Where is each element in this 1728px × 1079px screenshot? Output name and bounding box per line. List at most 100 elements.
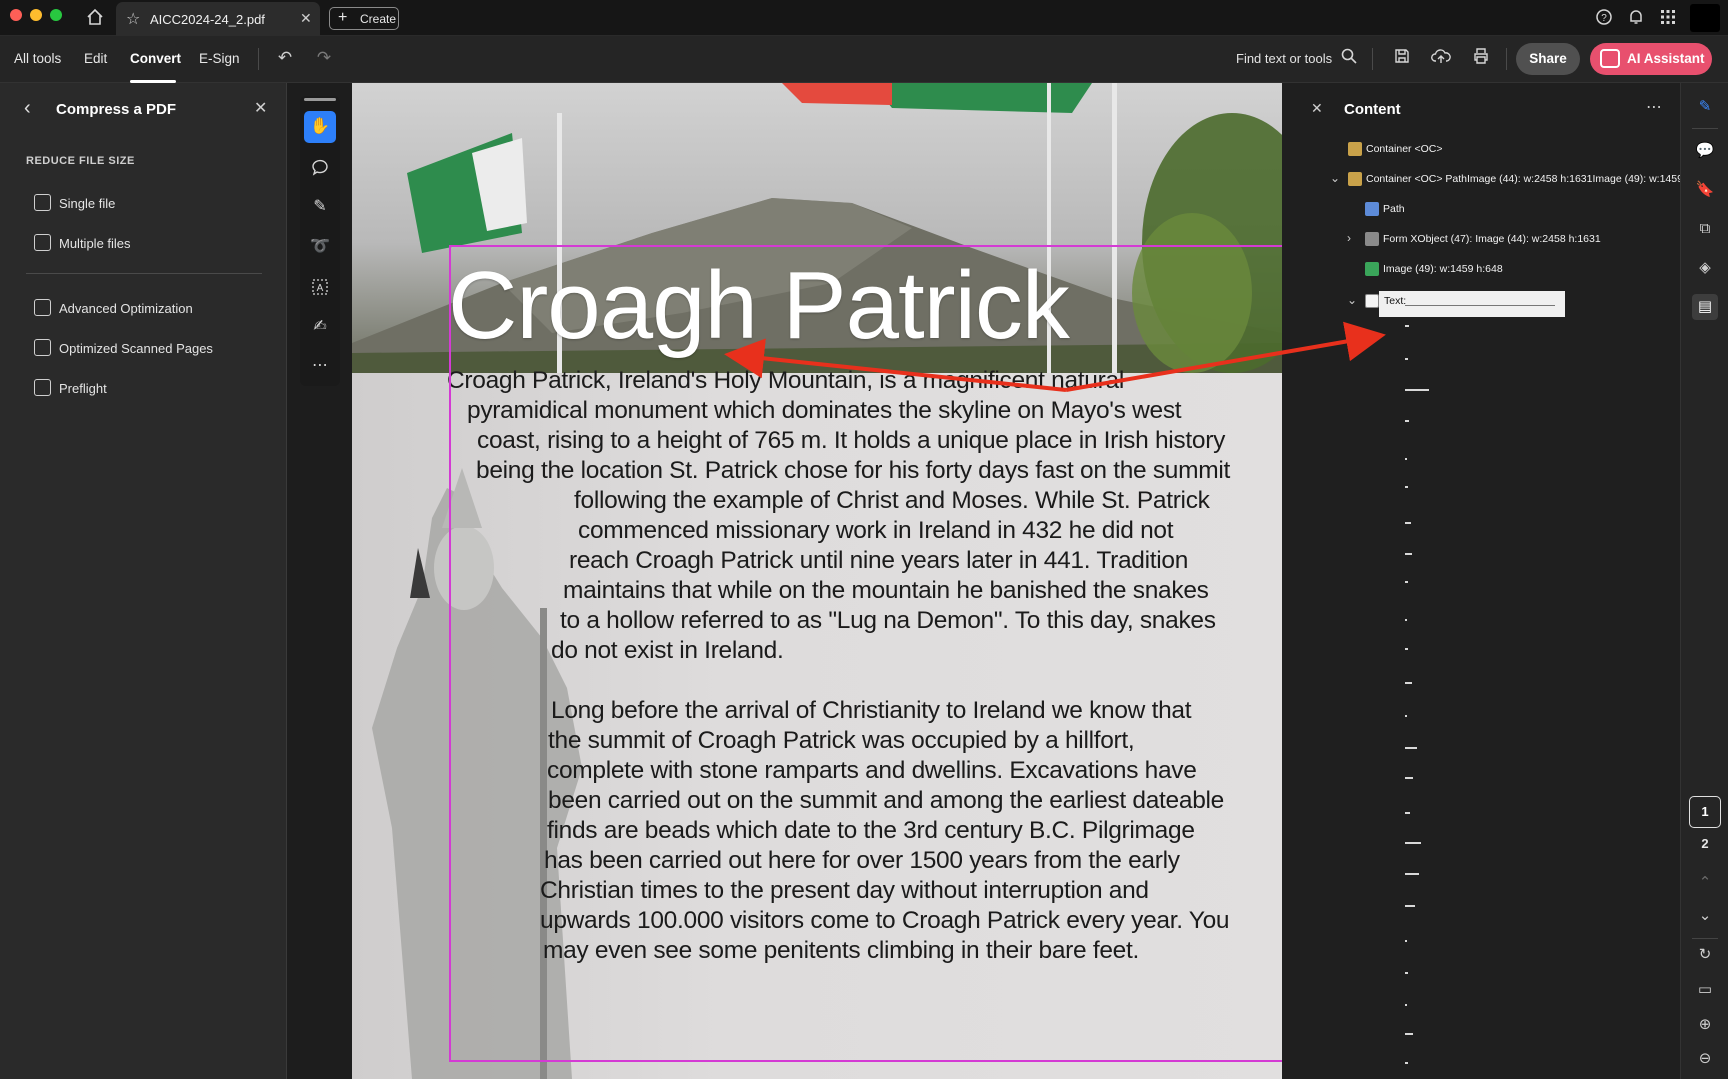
glyph-entry[interactable] (1405, 1004, 1407, 1006)
more-tools-icon[interactable]: ⋯ (304, 350, 336, 382)
glyph-entry[interactable] (1405, 486, 1408, 488)
zoom-out-icon[interactable]: ⊖ (1692, 1046, 1718, 1072)
glyph-entry[interactable] (1405, 1062, 1408, 1064)
option-label: Optimized Scanned Pages (59, 341, 213, 356)
glyph-entry[interactable] (1405, 972, 1408, 974)
menu-convert[interactable]: Convert (130, 51, 181, 66)
edit-assist-icon[interactable]: ✎ (1692, 94, 1718, 120)
menu-all-tools[interactable]: All tools (14, 51, 61, 66)
star-icon[interactable]: ☆ (126, 9, 140, 29)
chevron-right-icon[interactable]: › (1347, 231, 1351, 245)
glyph-entry[interactable] (1405, 905, 1415, 907)
drag-handle[interactable] (304, 98, 336, 101)
create-button[interactable]: + Create (329, 7, 399, 30)
lasso-draw-icon[interactable]: ➰ (304, 231, 336, 263)
help-icon[interactable]: ? (1594, 8, 1614, 28)
chevron-down-icon[interactable]: ⌄ (1347, 293, 1357, 307)
glyph-entry[interactable] (1405, 812, 1410, 814)
glyph-entry[interactable] (1405, 842, 1421, 844)
page-number[interactable]: 2 (1689, 836, 1721, 851)
selected-tree-item[interactable] (1379, 291, 1565, 317)
advanced-optimization-icon (34, 299, 51, 316)
sign-icon[interactable]: ✍ (304, 311, 336, 343)
chevron-up-icon[interactable]: ⌃ (1692, 870, 1718, 896)
path-icon (1365, 202, 1379, 216)
content-panel-icon[interactable]: ▤ (1692, 294, 1718, 320)
section-divider (26, 273, 262, 274)
glyph-entry[interactable] (1405, 715, 1407, 717)
hand-tool-icon[interactable]: ✋ (304, 111, 336, 143)
refresh-icon[interactable]: ↻ (1692, 942, 1718, 968)
maximize-window-button[interactable] (50, 9, 62, 21)
undo-icon[interactable]: ↶ (274, 47, 296, 69)
form-xobject-icon (1365, 232, 1379, 246)
menu-esign[interactable]: E-Sign (199, 51, 240, 66)
glyph-entry[interactable] (1405, 940, 1407, 942)
text-select-icon[interactable]: A (304, 271, 336, 303)
close-content-panel-icon[interactable]: ✕ (1311, 100, 1323, 117)
ai-assistant-button[interactable]: AI Assistant (1590, 43, 1712, 75)
print-icon[interactable] (1470, 47, 1492, 69)
create-label: Create (360, 12, 397, 26)
tree-item-label: Text: (1384, 295, 1407, 307)
pages-icon[interactable]: ⧉ (1692, 216, 1718, 242)
glyph-entry[interactable] (1405, 522, 1411, 524)
svg-text:?: ? (1601, 13, 1607, 24)
current-page-indicator[interactable]: 1 (1689, 796, 1721, 828)
page-fit-icon[interactable]: ▭ (1692, 977, 1718, 1003)
apps-grid-icon[interactable] (1658, 8, 1678, 28)
glyph-entry[interactable] (1405, 777, 1413, 779)
save-icon[interactable] (1391, 47, 1413, 69)
close-panel-icon[interactable]: ✕ (254, 98, 267, 118)
chevron-down-icon[interactable]: ⌄ (1692, 903, 1718, 929)
share-button[interactable]: Share (1516, 43, 1580, 75)
chevron-down-icon[interactable]: ⌄ (1330, 171, 1340, 185)
tab-title: AICC2024-24_2.pdf (150, 12, 265, 27)
toolbar-divider (258, 48, 259, 70)
cloud-upload-icon[interactable] (1430, 47, 1452, 69)
compress-pdf-panel: ‹ Compress a PDF ✕ REDUCE FILE SIZE Sing… (0, 83, 287, 1079)
rail-divider (1692, 938, 1718, 939)
zoom-in-icon[interactable]: ⊕ (1692, 1012, 1718, 1038)
menu-edit[interactable]: Edit (84, 51, 107, 66)
glyph-entry[interactable] (1405, 648, 1408, 650)
close-tab-icon[interactable]: ✕ (300, 10, 312, 27)
close-window-button[interactable] (10, 9, 22, 21)
glyph-entry[interactable] (1405, 358, 1408, 360)
more-options-icon[interactable]: ⋯ (1646, 97, 1662, 117)
bookmarks-icon[interactable]: 🔖 (1692, 177, 1718, 203)
container-icon (1348, 172, 1362, 186)
comment-icon[interactable] (304, 151, 336, 183)
home-icon[interactable] (85, 8, 105, 28)
glyph-entry[interactable] (1405, 420, 1409, 422)
find-text-label[interactable]: Find text or tools (1236, 51, 1332, 66)
glyph-entry[interactable] (1405, 389, 1429, 391)
glyph-entry[interactable] (1405, 747, 1417, 749)
glyph-entry[interactable] (1405, 458, 1407, 460)
document-canvas[interactable]: Croagh Patrick Croagh Patrick, Ireland's… (352, 83, 1282, 1079)
comments-icon[interactable]: 💬 (1692, 138, 1718, 164)
main-toolbar: All tools Edit Convert E-Sign ↶ ↷ Find t… (0, 36, 1728, 83)
layers-icon[interactable]: ◈ (1692, 255, 1718, 281)
glyph-entry[interactable] (1405, 682, 1412, 684)
glyph-entry[interactable] (1405, 873, 1419, 875)
glyph-entry[interactable] (1405, 1033, 1413, 1035)
content-selection-box (449, 245, 1282, 1062)
document-tab[interactable]: ☆ AICC2024-24_2.pdf ✕ (116, 2, 320, 36)
glyph-entry[interactable] (1405, 553, 1412, 555)
notification-bell-icon[interactable] (1626, 8, 1646, 28)
section-heading: REDUCE FILE SIZE (26, 155, 135, 167)
option-label: Preflight (59, 381, 107, 396)
minimize-window-button[interactable] (30, 9, 42, 21)
content-panel-title: Content (1344, 101, 1401, 118)
back-arrow-icon[interactable]: ‹ (24, 97, 31, 120)
highlight-pen-icon[interactable]: ✎ (304, 191, 336, 223)
tree-item-label: Path (1383, 203, 1405, 215)
glyph-entry[interactable] (1405, 581, 1408, 583)
avatar[interactable] (1690, 4, 1720, 32)
redo-icon[interactable]: ↷ (313, 47, 335, 69)
glyph-entry[interactable] (1405, 619, 1407, 621)
window-titlebar: ☆ AICC2024-24_2.pdf ✕ + Create ? (0, 0, 1728, 36)
search-icon[interactable] (1338, 47, 1360, 69)
glyph-entry[interactable] (1405, 325, 1409, 327)
